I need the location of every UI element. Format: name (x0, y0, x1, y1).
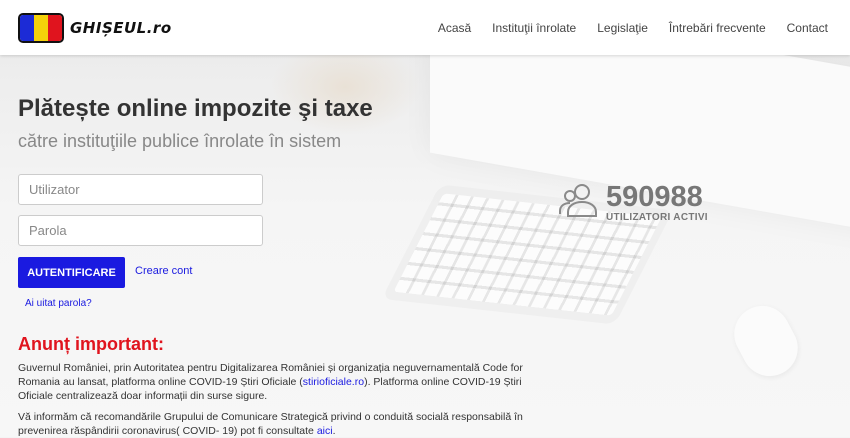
announcement-paragraph-1: Guvernul României, prin Autoritatea pent… (18, 361, 538, 403)
login-button[interactable]: AUTENTIFICARE (18, 257, 125, 288)
nav-contact[interactable]: Contact (787, 21, 828, 35)
forgot-password-link[interactable]: Ai uitat parola? (25, 298, 92, 309)
page-subtitle: către instituţiile publice înrolate în s… (18, 131, 342, 151)
top-navbar: GHIȘEUL.ro Acasă Instituţii înrolate Leg… (0, 0, 850, 55)
active-users-label: UTILIZATORI ACTIVI (606, 212, 708, 223)
recommendations-link[interactable]: aici (317, 425, 333, 437)
official-news-link[interactable]: stirioficiale.ro (303, 376, 364, 388)
nav-institutions[interactable]: Instituţii înrolate (492, 21, 576, 35)
active-users-count: 590988 (606, 181, 703, 213)
announcement-title: Anunț important: (18, 334, 164, 354)
create-account-link[interactable]: Creare cont (135, 265, 192, 277)
announcement-text: Vă informăm că recomandările Grupului de… (18, 411, 523, 437)
page-title: Plătește online impozite şi taxe (18, 95, 373, 122)
announcement-text: . (332, 425, 336, 437)
background-mouse (724, 296, 808, 386)
nav-home[interactable]: Acasă (438, 21, 471, 35)
users-icon (558, 180, 598, 225)
brand-name: GHIȘEUL.ro (70, 19, 172, 37)
main-menu: Acasă Instituţii înrolate Legislaţie Înt… (417, 0, 828, 55)
password-input[interactable] (18, 215, 263, 246)
flag-icon (18, 13, 64, 43)
username-input[interactable] (18, 174, 263, 205)
announcement-paragraph-2: Vă informăm că recomandările Grupului de… (18, 410, 538, 438)
nav-faq[interactable]: Întrebări frecvente (669, 21, 766, 35)
nav-legislation[interactable]: Legislaţie (597, 21, 648, 35)
active-users-counter: 590988 UTILIZATORI ACTIVI (558, 180, 708, 225)
site-logo[interactable]: GHIȘEUL.ro (18, 13, 172, 43)
